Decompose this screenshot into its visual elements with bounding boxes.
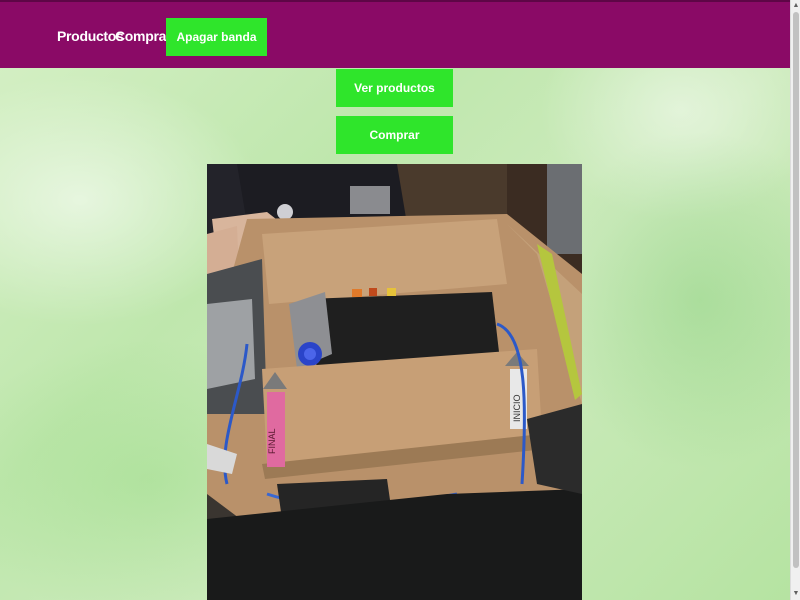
- vertical-scrollbar[interactable]: ▲ ▼: [790, 0, 800, 600]
- camera-feed-image: FINAL INICIO: [207, 164, 582, 600]
- nav-link-productos[interactable]: Productos: [57, 28, 124, 44]
- top-navbar: Productos Comprar Apagar banda: [0, 0, 790, 68]
- scroll-thumb[interactable]: [793, 12, 799, 568]
- scroll-up-arrow-icon[interactable]: ▲: [792, 1, 800, 11]
- ver-productos-button[interactable]: Ver productos: [336, 69, 453, 107]
- inicio-label: INICIO: [512, 394, 522, 422]
- final-label: FINAL: [267, 428, 277, 454]
- nav-link-comprar[interactable]: Comprar: [115, 28, 172, 44]
- comprar-button[interactable]: Comprar: [336, 116, 453, 154]
- scroll-down-arrow-icon[interactable]: ▼: [792, 589, 800, 599]
- apagar-banda-button[interactable]: Apagar banda: [166, 18, 267, 56]
